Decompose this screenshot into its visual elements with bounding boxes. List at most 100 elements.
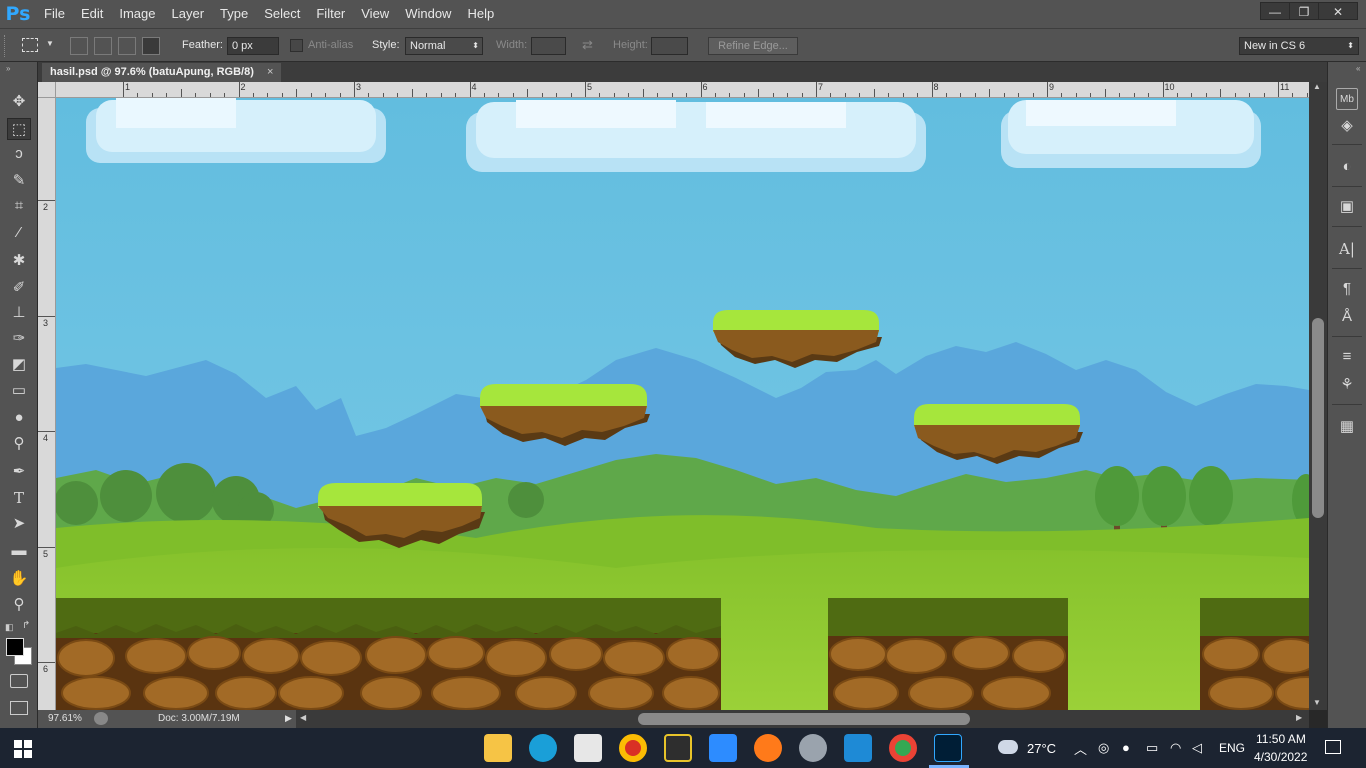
stamp-icon[interactable]: ⊥ bbox=[7, 302, 31, 324]
chrome-icon[interactable] bbox=[619, 734, 647, 762]
type-icon[interactable]: T bbox=[7, 487, 31, 509]
battery-icon[interactable]: ▭ bbox=[1146, 740, 1158, 756]
clock-date[interactable]: 4/30/2022 bbox=[1254, 750, 1307, 764]
expand-panels-icon[interactable]: « bbox=[1356, 64, 1360, 73]
quick-select-icon[interactable]: ✎ bbox=[7, 170, 31, 192]
pen-icon[interactable]: ✒ bbox=[7, 461, 31, 483]
screen-mode-icon[interactable] bbox=[10, 701, 28, 715]
status-info-icon[interactable] bbox=[94, 712, 108, 725]
blur-icon[interactable]: ● bbox=[7, 407, 31, 429]
timeline-icon[interactable]: ▦ bbox=[1336, 416, 1358, 438]
marquee-icon[interactable]: ⬚ bbox=[7, 118, 31, 140]
edge-icon[interactable] bbox=[529, 734, 557, 762]
mini-bridge-icon[interactable]: Mb bbox=[1336, 88, 1358, 110]
microphone-icon[interactable]: ● bbox=[1122, 740, 1130, 755]
move-icon[interactable]: ✥ bbox=[7, 91, 31, 113]
menu-layer[interactable]: Layer bbox=[164, 0, 213, 28]
menu-window[interactable]: Window bbox=[397, 0, 459, 28]
vertical-scroll-thumb[interactable] bbox=[1312, 318, 1324, 518]
photoshop-taskbar-icon[interactable] bbox=[934, 734, 962, 762]
menu-help[interactable]: Help bbox=[459, 0, 502, 28]
lasso-icon[interactable]: ↄ bbox=[7, 143, 31, 165]
zoom-icon[interactable]: ⚲ bbox=[7, 594, 31, 616]
restore-button[interactable]: ❐ bbox=[1289, 2, 1319, 20]
vscode-icon[interactable] bbox=[844, 734, 872, 762]
add-selection-icon[interactable] bbox=[94, 37, 112, 55]
eyedropper-icon[interactable]: ⁄ bbox=[7, 222, 31, 244]
scroll-up-icon[interactable]: ▲ bbox=[1313, 82, 1321, 91]
brush-presets-icon[interactable]: ≡ bbox=[1336, 346, 1358, 368]
workspace-select[interactable]: New in CS 6 ⬍ bbox=[1239, 37, 1359, 55]
horizontal-scrollbar[interactable]: ◀ ▶ bbox=[296, 710, 1309, 728]
refine-edge-button[interactable]: Refine Edge... bbox=[708, 37, 798, 55]
close-tab-icon[interactable]: × bbox=[267, 66, 273, 78]
menu-view[interactable]: View bbox=[353, 0, 397, 28]
status-menu-arrow-icon[interactable]: ▶ bbox=[285, 713, 292, 724]
language-indicator[interactable]: ENG bbox=[1219, 741, 1245, 755]
menu-file[interactable]: File bbox=[36, 0, 73, 28]
swap-colors-icon[interactable]: ↱ bbox=[22, 620, 30, 631]
app-icon[interactable] bbox=[664, 734, 692, 762]
hand-icon[interactable]: ✋ bbox=[7, 568, 31, 590]
layers-icon[interactable]: ◈ bbox=[1336, 115, 1358, 137]
notifications-icon[interactable] bbox=[1325, 740, 1341, 754]
minimize-button[interactable]: — bbox=[1260, 2, 1290, 20]
horizontal-scroll-thumb[interactable] bbox=[638, 713, 970, 725]
history-brush-icon[interactable]: ✑ bbox=[7, 328, 31, 350]
width-input[interactable] bbox=[531, 37, 566, 55]
volume-icon[interactable]: ◁ bbox=[1192, 740, 1202, 756]
menu-type[interactable]: Type bbox=[212, 0, 256, 28]
chrome-profile-icon[interactable] bbox=[889, 734, 917, 762]
new-selection-icon[interactable] bbox=[70, 37, 88, 55]
ruler-origin[interactable] bbox=[38, 82, 56, 98]
brush-icon-panel[interactable]: ⚘ bbox=[1336, 374, 1358, 396]
adjustments-icon[interactable]: ◐ bbox=[1336, 156, 1358, 178]
brush-icon[interactable]: ✐ bbox=[7, 277, 31, 299]
character-icon[interactable]: A| bbox=[1336, 238, 1358, 260]
weather-temp[interactable]: 27°C bbox=[1027, 741, 1056, 756]
gradient-icon[interactable]: ▭ bbox=[7, 380, 31, 402]
intersect-selection-icon[interactable] bbox=[142, 37, 160, 55]
collapse-toolbar-icon[interactable]: » bbox=[6, 64, 10, 73]
clock-time[interactable]: 11:50 AM bbox=[1256, 732, 1306, 746]
firefox-icon[interactable] bbox=[754, 734, 782, 762]
horizontal-ruler[interactable]: 1 2 3 4 5 6 7 8 9 10 11 bbox=[56, 82, 1309, 98]
style-select[interactable]: Normal ⬍ bbox=[405, 37, 483, 55]
menu-select[interactable]: Select bbox=[256, 0, 308, 28]
zoom-level[interactable]: 97.61% bbox=[48, 713, 82, 724]
height-input[interactable] bbox=[651, 37, 688, 55]
weather-icon[interactable] bbox=[998, 740, 1018, 754]
healing-icon[interactable]: ✱ bbox=[7, 250, 31, 272]
quick-mask-icon[interactable] bbox=[10, 674, 28, 688]
vertical-scrollbar[interactable]: ▲ ▼ bbox=[1309, 82, 1327, 710]
zoom-app-icon[interactable] bbox=[709, 734, 737, 762]
antialias-checkbox[interactable] bbox=[290, 39, 303, 52]
scroll-down-icon[interactable]: ▼ bbox=[1313, 698, 1321, 707]
document-tab[interactable]: hasil.psd @ 97.6% (batuApung, RGB/8) × bbox=[42, 63, 282, 82]
document-canvas[interactable] bbox=[56, 98, 1309, 710]
dodge-icon[interactable]: ⚲ bbox=[7, 433, 31, 455]
feather-input[interactable]: 0 px bbox=[227, 37, 279, 55]
default-colors-icon[interactable]: ◧ bbox=[5, 622, 14, 633]
wifi-icon[interactable]: ◠ bbox=[1170, 740, 1181, 756]
store-icon[interactable] bbox=[574, 734, 602, 762]
character-styles-icon[interactable]: Å bbox=[1336, 306, 1358, 328]
shape-icon[interactable]: ▬ bbox=[7, 540, 31, 562]
foreground-color-swatch[interactable] bbox=[6, 638, 24, 656]
scroll-right-icon[interactable]: ▶ bbox=[1296, 713, 1302, 722]
marquee-preset-icon[interactable] bbox=[22, 38, 38, 52]
file-explorer-icon[interactable] bbox=[484, 734, 512, 762]
menu-filter[interactable]: Filter bbox=[308, 0, 353, 28]
vertical-ruler[interactable]: 2 3 4 5 6 bbox=[38, 98, 56, 710]
subtract-selection-icon[interactable] bbox=[118, 37, 136, 55]
menu-image[interactable]: Image bbox=[111, 0, 163, 28]
paragraph-icon[interactable]: ¶ bbox=[1336, 278, 1358, 300]
windows-start-icon[interactable] bbox=[14, 740, 32, 758]
meet-icon[interactable]: ◎ bbox=[1098, 740, 1109, 756]
crop-icon[interactable]: ⌗ bbox=[7, 195, 31, 217]
path-select-icon[interactable]: ➤ bbox=[7, 513, 31, 535]
swap-icon[interactable]: ⇄ bbox=[582, 37, 593, 53]
close-button[interactable]: ✕ bbox=[1318, 2, 1358, 20]
properties-icon[interactable]: ▣ bbox=[1336, 196, 1358, 218]
menu-edit[interactable]: Edit bbox=[73, 0, 111, 28]
